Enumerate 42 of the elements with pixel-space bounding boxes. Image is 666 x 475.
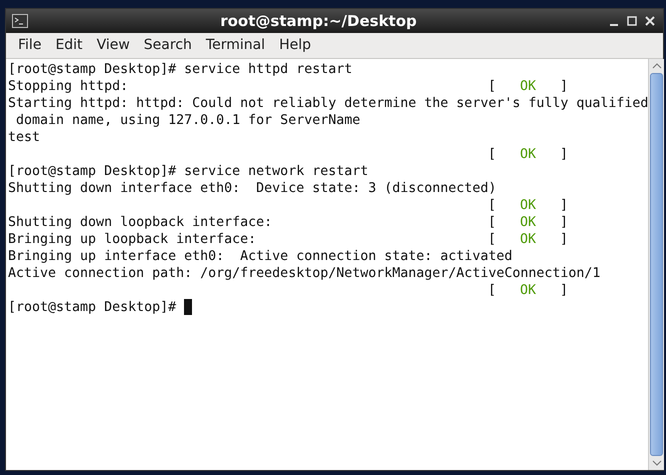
menu-item[interactable]: View: [90, 35, 136, 56]
status-ok: OK: [520, 146, 536, 163]
terminal-line: Active connection path: /org/freedesktop/NetworkManager/ActiveConnection/1: [8, 265, 600, 282]
terminal-line: Stopping httpd:: [8, 78, 130, 95]
close-icon[interactable]: [645, 16, 655, 26]
bracket: [: [488, 197, 496, 214]
status-ok: OK: [520, 197, 536, 214]
terminal-line: Bringing up loopback interface:: [8, 231, 258, 248]
terminal-icon: [12, 14, 28, 28]
status-ok: OK: [520, 78, 536, 95]
status-ok: OK: [520, 214, 536, 231]
terminal-line: Shutting down loopback interface:: [8, 214, 274, 231]
terminal-line: Starting httpd: httpd: Could not reliably determine the server's fully qualified: [8, 95, 648, 112]
terminal-line: [root@stamp Desktop]# service network restart: [8, 163, 368, 180]
window-title: root@stamp:~/Desktop: [220, 10, 417, 32]
bracket: [: [488, 146, 496, 163]
status-ok: OK: [520, 282, 536, 299]
menu-item[interactable]: File: [12, 35, 48, 56]
terminal-line: Bringing up interface eth0: Active connection state: activated: [8, 248, 512, 265]
menu-item[interactable]: Edit: [49, 35, 89, 56]
bracket: ]: [560, 146, 568, 163]
terminal-line: [root@stamp Desktop]# service httpd restart: [8, 61, 352, 78]
terminal-line: [root@stamp Desktop]#: [8, 299, 178, 316]
bracket: [: [488, 78, 496, 95]
terminal-line: domain name, using 127.0.0.1 for ServerName: [15, 112, 360, 129]
maximize-icon[interactable]: [627, 16, 637, 26]
bracket: ]: [560, 197, 568, 214]
bracket: [: [488, 231, 496, 248]
bracket: [: [488, 282, 496, 299]
terminal-line: test: [8, 129, 40, 146]
menu-item[interactable]: Terminal: [200, 35, 272, 56]
bracket: [: [488, 214, 496, 231]
status-ok: OK: [520, 231, 536, 248]
terminal-line: Shutting down interface eth0: Device state: 3 (disconnected): [8, 180, 496, 197]
scrollbar-thumb[interactable]: [650, 73, 664, 456]
menu-item[interactable]: Help: [273, 35, 317, 56]
bracket: ]: [560, 214, 568, 231]
bracket: ]: [560, 231, 568, 248]
scrollbar[interactable]: [648, 59, 664, 470]
menu-item[interactable]: Search: [138, 35, 198, 56]
bracket: ]: [560, 282, 568, 299]
bracket: ]: [560, 78, 568, 95]
